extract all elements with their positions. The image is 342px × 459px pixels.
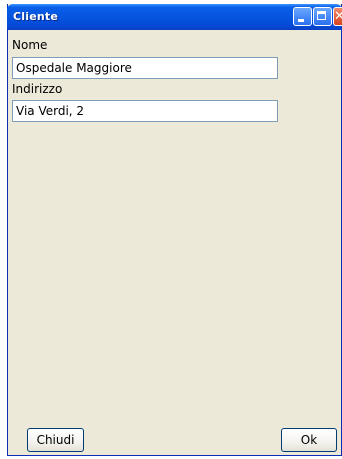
indirizzo-label: Indirizzo — [12, 82, 63, 96]
maximize-icon — [317, 11, 326, 20]
close-icon: ✕ — [334, 9, 342, 24]
nome-field[interactable]: Ospedale Maggiore — [12, 57, 278, 79]
title-bar[interactable]: Cliente ✕ — [7, 4, 342, 30]
window-title: Cliente — [13, 10, 59, 23]
maximize-button[interactable] — [313, 7, 332, 26]
nome-label: Nome — [12, 38, 48, 52]
minimize-icon — [298, 19, 304, 22]
cliente-window: Cliente ✕ Nome Ospedale Maggiore Indiriz… — [7, 4, 342, 456]
chiudi-button[interactable]: Chiudi — [27, 428, 84, 452]
minimize-button[interactable] — [293, 7, 312, 26]
ok-button[interactable]: Ok — [281, 428, 337, 452]
close-window-button[interactable]: ✕ — [333, 7, 342, 26]
indirizzo-field[interactable]: Via Verdi, 2 — [12, 100, 278, 122]
